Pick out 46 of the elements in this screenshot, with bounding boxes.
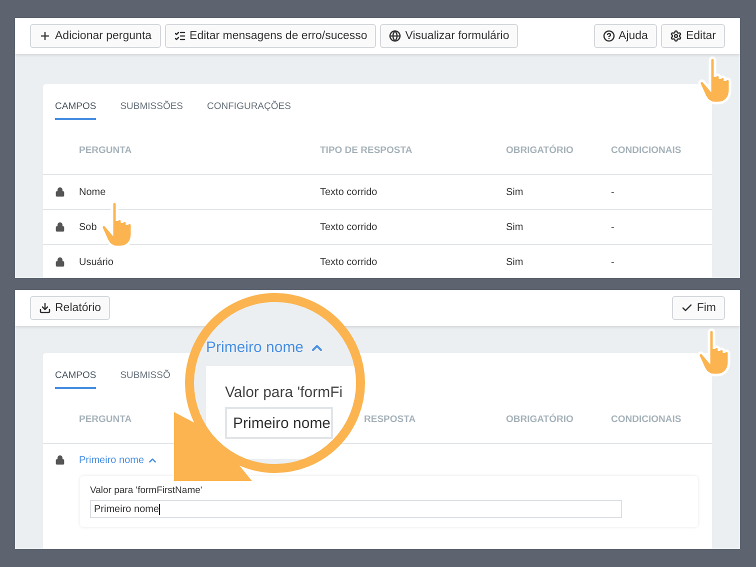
tab[interactable]: CAMPOS xyxy=(55,101,96,120)
column-header: PERGUNTA xyxy=(79,414,132,424)
table-cell-text: Sim xyxy=(506,256,524,268)
globe-icon xyxy=(389,30,402,42)
report-button[interactable]: Relatório xyxy=(30,296,110,320)
lock-icon xyxy=(55,187,65,197)
question-icon xyxy=(602,30,615,42)
text-input[interactable]: Primeiro nome xyxy=(90,500,622,518)
tab[interactable]: CAMPOS xyxy=(55,370,96,389)
download-icon xyxy=(39,302,51,314)
table-cell-text: - xyxy=(611,256,616,268)
lock-icon xyxy=(55,222,65,232)
field-label: Valor para 'formFirstName' xyxy=(90,485,204,496)
column-header: OBRIGATÓRIO xyxy=(506,144,574,156)
tab[interactable]: SUBMISSÕES xyxy=(120,101,184,120)
table-cell-text: Sim xyxy=(506,222,524,232)
table-cell-text: Sim xyxy=(506,186,524,198)
edit-button[interactable]: Editar xyxy=(660,24,725,48)
help-button[interactable]: Ajuda xyxy=(594,24,657,48)
table-cell-text: Texto corrido xyxy=(320,186,378,198)
table-cell-text: Sob xyxy=(79,222,98,232)
column-header: CONDICIONAIS xyxy=(611,144,682,156)
edit-messages-button[interactable]: Editar mensagens de erro/sucesso xyxy=(164,24,376,48)
column-header: CONDICIONAIS xyxy=(611,414,682,424)
column-header: RESPOSTA xyxy=(364,414,416,424)
gear-icon xyxy=(670,30,682,42)
preview-button[interactable]: Visualizar formulário xyxy=(380,24,518,48)
table-cell-text: Texto corrido xyxy=(320,222,378,232)
tab[interactable]: CONFIGURAÇÕES xyxy=(207,101,291,120)
table-cell-text: Usuário xyxy=(79,256,114,268)
check-icon xyxy=(680,302,693,314)
tab[interactable]: SUBMISSÕ xyxy=(120,370,170,389)
table-cell-text: Texto corrido xyxy=(320,256,378,268)
table-cell-text: - xyxy=(611,222,616,232)
table-cell-text: - xyxy=(611,186,616,198)
table-cell-text: Nome xyxy=(79,186,107,198)
finish-button[interactable]: Fim xyxy=(672,296,725,320)
lock-icon xyxy=(55,257,65,267)
column-header: TIPO DE RESPOSTA xyxy=(320,144,412,156)
field-label: Valor para 'formFi xyxy=(225,384,344,401)
lock-icon xyxy=(55,455,65,465)
column-header: OBRIGATÓRIO xyxy=(506,414,574,424)
add-button[interactable]: Adicionar pergunta xyxy=(30,24,161,48)
column-header: PERGUNTA xyxy=(79,144,132,156)
plus-icon xyxy=(39,30,51,42)
checklist-icon xyxy=(174,30,186,42)
